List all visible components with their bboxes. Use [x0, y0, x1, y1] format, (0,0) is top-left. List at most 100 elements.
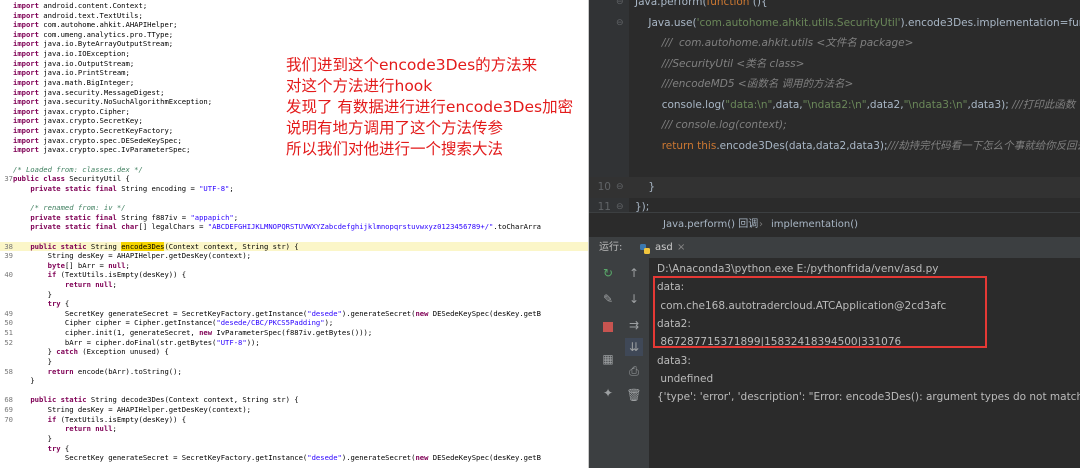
fold-icon[interactable]: ⊖: [616, 13, 624, 34]
code-line: import com.umeng.analytics.pro.TType;: [0, 30, 588, 39]
breadcrumb-item-perform[interactable]: Java.perform() 回调: [663, 213, 758, 237]
code-text: private static final String f887iv = "ap…: [30, 212, 239, 222]
code-line: /* Loaded from: classes.dex */: [0, 165, 588, 174]
code-line: 40 if (TextUtils.isEmpty(desKey)) {: [0, 270, 588, 279]
code-text: private static final char[] legalChars =…: [30, 222, 541, 232]
code-line: byte[] bArr = null;: [0, 261, 588, 270]
code-text: public class SecurityUtil {: [13, 174, 130, 184]
code-line: private static final String f887iv = "ap…: [0, 213, 588, 222]
code-text: import javax.crypto.spec.DESedeKeySpec;: [13, 135, 182, 145]
code-text: import java.io.OutputStream;: [13, 58, 135, 68]
editor-line: /// com.autohome.ahkit.utils <文件名 packag…: [589, 33, 1080, 54]
editor-line: return this.encode3Des(data,data2,data3)…: [589, 136, 1080, 157]
breadcrumb: Java.perform() 回调 › implementation(): [589, 212, 1080, 237]
run-toolbar: ↻ ↑ ✎ ↓ ⇉ ⇊ ▦ ⎙ ✦ 🗑: [589, 258, 649, 468]
code-line: /* renamed from: iv */: [0, 203, 588, 212]
code-line: import java.io.ByteArrayOutputStream;: [0, 39, 588, 48]
python-icon: [639, 242, 651, 254]
line-number: 58: [4, 366, 13, 376]
line-number: 49: [4, 308, 13, 318]
stop-icon[interactable]: [599, 318, 617, 336]
editor-line: /// console.log(context);: [589, 115, 1080, 136]
code-line: 70 if (TextUtils.isEmpty(desKey)) {: [0, 415, 588, 424]
line-number: 50: [4, 318, 13, 328]
code-text: SecretKey generateSecret = SecretKeyFact…: [13, 308, 541, 318]
script-editor[interactable]: ⊖ Java.perform(function (){⊖ Java.use('co…: [589, 0, 1080, 236]
editor-line-text: ///SecurityUtil <类名 class>: [661, 57, 805, 70]
code-text: try {: [47, 299, 70, 309]
print-icon[interactable]: ⎙: [625, 362, 643, 380]
code-text: import android.text.TextUtils;: [13, 10, 143, 20]
code-text: byte[] bArr = null;: [47, 260, 130, 270]
code-line: try {: [0, 444, 588, 453]
arrow-up-icon[interactable]: ↑: [625, 264, 643, 282]
fold-icon[interactable]: ⊖: [616, 177, 624, 198]
code-line: private static final char[] legalChars =…: [0, 222, 588, 231]
editor-line-text: }: [635, 180, 656, 193]
trash-icon[interactable]: 🗑: [625, 386, 643, 404]
line-number: 38: [4, 241, 13, 251]
line-number: 70: [4, 414, 13, 424]
annotation-line-2: 对这个方法进行hook: [286, 77, 433, 95]
code-text: return null;: [64, 424, 117, 434]
run-label: 运行:: [599, 242, 623, 253]
console-line: {'type': 'error', 'description': "Error:…: [657, 391, 1080, 404]
code-text: import javax.crypto.SecretKey;: [13, 116, 143, 126]
annotation-line-1: 我们进到这个encode3Des的方法来: [286, 56, 538, 74]
editor-line: console.log("data:\n",data,"\ndata2:\n",…: [589, 95, 1080, 116]
code-line: 50 Cipher cipher = Cipher.getInstance("d…: [0, 318, 588, 327]
editor-line-text: Java.perform(function (){: [635, 0, 768, 8]
layout-icon[interactable]: ▦: [599, 350, 617, 368]
code-text: String desKey = AHAPIHelper.getDesKey(co…: [13, 251, 251, 261]
close-icon[interactable]: ×: [677, 237, 685, 259]
fold-icon[interactable]: ⊖: [616, 0, 624, 13]
code-text: import javax.crypto.SecretKeyFactory;: [13, 126, 174, 136]
rerun-icon[interactable]: ↻: [599, 264, 617, 282]
code-line: SecretKey generateSecret = SecretKeyFact…: [0, 453, 588, 462]
editor-line: ///encodeMD5 <函数名 调用的方法名>: [589, 74, 1080, 95]
code-text: /* renamed from: iv */: [13, 203, 126, 213]
code-text: private static final String encoding = "…: [30, 183, 234, 193]
wrench-icon[interactable]: ✎: [599, 290, 617, 308]
editor-line: 10 ⊖ }: [589, 176, 1080, 198]
code-line: }: [0, 290, 588, 299]
code-text: import javax.crypto.spec.IvParameterSpec…: [13, 145, 191, 155]
console-line: undefined: [657, 372, 714, 385]
code-text: import com.umeng.analytics.pro.TType;: [13, 29, 174, 39]
code-line: } catch (Exception unused) {: [0, 347, 588, 356]
line-number: 52: [4, 337, 13, 347]
code-text: public static String decode3Des(Context …: [30, 395, 299, 405]
code-line: try {: [0, 299, 588, 308]
code-line: 38 public static String encode3Des(Conte…: [0, 241, 588, 251]
code-line: 37public class SecurityUtil {: [0, 174, 588, 183]
code-text: String desKey = AHAPIHelper.getDesKey(co…: [13, 405, 251, 415]
scroll-to-end-icon[interactable]: ⇊: [625, 338, 643, 356]
code-text: import java.io.IOException;: [13, 49, 130, 59]
arrow-down-icon[interactable]: ↓: [625, 290, 643, 308]
code-text: import com.autohome.ahkit.AHAPIHelper;: [13, 20, 178, 30]
code-text: }: [13, 433, 52, 443]
breadcrumb-item-implementation[interactable]: implementation(): [771, 213, 858, 237]
code-line: return null;: [0, 424, 588, 433]
code-text: if (TextUtils.isEmpty(desKey)) {: [47, 414, 187, 424]
soft-wrap-icon[interactable]: ⇉: [625, 316, 643, 334]
code-text: if (TextUtils.isEmpty(desKey)) {: [47, 270, 187, 280]
line-number: 39: [4, 251, 13, 261]
code-text: Cipher cipher = Cipher.getInstance("dese…: [13, 318, 334, 328]
code-line: return null;: [0, 280, 588, 289]
pin-icon[interactable]: ✦: [599, 384, 617, 402]
code-text: import java.security.MessageDigest;: [13, 87, 165, 97]
code-line: 58 return encode(bArr).toString();: [0, 367, 588, 376]
console-line: data3:: [657, 354, 691, 367]
editor-line: ⊖ Java.perform(function (){: [589, 0, 1080, 13]
highlight-box: [653, 276, 987, 348]
run-tab-asd[interactable]: asd: [655, 237, 673, 259]
code-line: import android.text.TextUtils;: [0, 11, 588, 20]
code-text: import java.io.ByteArrayOutputStream;: [13, 39, 174, 49]
line-number: 40: [4, 270, 13, 280]
code-text: SecretKey generateSecret = SecretKeyFact…: [13, 453, 541, 463]
code-text: public static String encode3Des(Context …: [30, 241, 299, 251]
